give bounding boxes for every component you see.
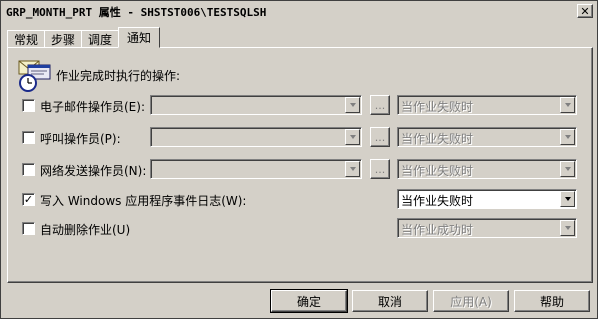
pager-operator-browse-button[interactable]: ... xyxy=(370,127,390,147)
tab-steps[interactable]: 步骤 xyxy=(44,30,83,48)
apply-button-label: 应用(A) xyxy=(450,294,492,309)
ok-button[interactable]: 确定 xyxy=(270,289,348,313)
close-icon: ✕ xyxy=(580,4,590,18)
tab-schedules[interactable]: 调度 xyxy=(81,30,120,48)
netsend-operator-label: 网络发送操作员(N): xyxy=(40,164,147,178)
help-button[interactable]: 帮助 xyxy=(514,290,590,312)
tab-notifications-label: 通知 xyxy=(127,31,152,45)
chevron-down-icon[interactable] xyxy=(560,97,575,113)
email-operator-label: 电子邮件操作员(E): xyxy=(40,100,145,114)
apply-button[interactable]: 应用(A) xyxy=(433,290,509,312)
autodelete-condition-value: 当作业成功时 xyxy=(401,223,474,237)
pager-operator-checkbox[interactable] xyxy=(22,131,35,144)
eventlog-row: ✓ 写入 Windows 应用程序事件日志(W): 当作业失败时 xyxy=(20,189,590,211)
email-operator-select[interactable] xyxy=(150,95,362,115)
email-condition-select[interactable]: 当作业失败时 xyxy=(397,95,577,115)
ok-button-label: 确定 xyxy=(296,294,321,309)
netsend-operator-browse-label: ... xyxy=(374,162,386,176)
autodelete-condition-select[interactable]: 当作业成功时 xyxy=(397,218,577,238)
netsend-operator-checkbox[interactable] xyxy=(22,163,35,176)
eventlog-condition-value: 当作业失败时 xyxy=(401,194,474,208)
chevron-down-icon[interactable] xyxy=(345,129,360,145)
pager-operator-browse-label: ... xyxy=(374,130,386,144)
pager-condition-value: 当作业失败时 xyxy=(401,132,474,146)
autodelete-checkbox[interactable] xyxy=(22,222,35,235)
tab-general-label: 常规 xyxy=(14,32,39,47)
autodelete-label: 自动删除作业(U) xyxy=(40,223,131,237)
envelope-clock-icon xyxy=(18,60,51,92)
pager-operator-select[interactable] xyxy=(150,127,362,147)
netsend-operator-select[interactable] xyxy=(150,159,362,179)
pager-operator-label: 呼叫操作员(P): xyxy=(40,132,121,146)
notifications-panel: 作业完成时执行的操作: 电子邮件操作员(E): ... 当作业失败时 呼叫操作员… xyxy=(7,47,593,283)
title-bar[interactable]: GRP_MONTH_PRT 属性 - SHSTST006\TESTSQLSH ✕ xyxy=(2,2,596,21)
chevron-down-icon[interactable] xyxy=(560,129,575,145)
eventlog-checkbox[interactable]: ✓ xyxy=(22,193,35,206)
chevron-down-icon[interactable] xyxy=(560,191,575,207)
email-operator-browse-label: ... xyxy=(374,98,386,112)
window-title: GRP_MONTH_PRT 属性 - SHSTST006\TESTSQLSH xyxy=(6,5,267,19)
cancel-button[interactable]: 取消 xyxy=(352,290,428,312)
email-operator-checkbox[interactable] xyxy=(22,99,35,112)
chevron-down-icon[interactable] xyxy=(345,97,360,113)
email-condition-value: 当作业失败时 xyxy=(401,100,474,114)
tab-strip: 常规 步骤 调度 通知 xyxy=(7,27,161,48)
help-button-label: 帮助 xyxy=(539,294,564,309)
email-operator-row: 电子邮件操作员(E): ... 当作业失败时 xyxy=(20,95,590,117)
completion-actions-label: 作业完成时执行的操作: xyxy=(56,69,181,83)
netsend-operator-browse-button[interactable]: ... xyxy=(370,159,390,179)
chevron-down-icon[interactable] xyxy=(345,161,360,177)
autodelete-row: 自动删除作业(U) 当作业成功时 xyxy=(20,218,590,240)
netsend-condition-select[interactable]: 当作业失败时 xyxy=(397,159,577,179)
close-button[interactable]: ✕ xyxy=(577,4,593,18)
netsend-operator-row: 网络发送操作员(N): ... 当作业失败时 xyxy=(20,159,590,181)
eventlog-label: 写入 Windows 应用程序事件日志(W): xyxy=(40,194,247,208)
pager-operator-row: 呼叫操作员(P): ... 当作业失败时 xyxy=(20,127,590,149)
job-properties-dialog: GRP_MONTH_PRT 属性 - SHSTST006\TESTSQLSH ✕… xyxy=(0,0,598,319)
tab-schedules-label: 调度 xyxy=(88,32,113,47)
pager-condition-select[interactable]: 当作业失败时 xyxy=(397,127,577,147)
tab-general[interactable]: 常规 xyxy=(7,30,46,48)
tab-steps-label: 步骤 xyxy=(51,32,76,47)
checkmark-icon: ✓ xyxy=(23,193,34,206)
eventlog-condition-select[interactable]: 当作业失败时 xyxy=(397,189,577,209)
tab-notifications[interactable]: 通知 xyxy=(118,27,161,48)
netsend-condition-value: 当作业失败时 xyxy=(401,164,474,178)
email-operator-browse-button[interactable]: ... xyxy=(370,95,390,115)
chevron-down-icon[interactable] xyxy=(560,161,575,177)
cancel-button-label: 取消 xyxy=(377,294,402,309)
chevron-down-icon[interactable] xyxy=(560,220,575,236)
